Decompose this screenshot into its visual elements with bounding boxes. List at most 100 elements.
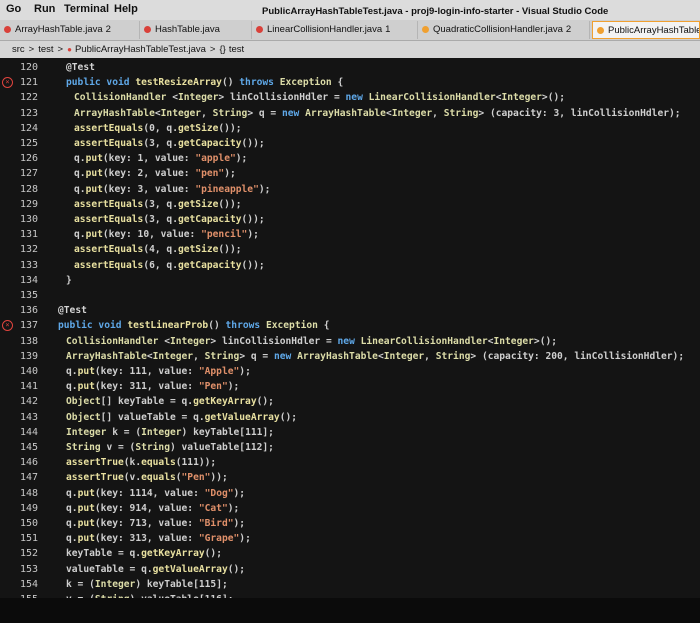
code-line[interactable]: 137 × public void testLinearProb() throws … xyxy=(0,318,700,333)
code-line[interactable]: 145 String v = (String) valueTable[112]; xyxy=(0,440,700,455)
code-line[interactable]: 135 xyxy=(0,288,700,303)
code-token: "pineapple" xyxy=(195,183,259,195)
code-text: public void testResizeArray() throws Exc… xyxy=(66,75,343,90)
code-token: ); xyxy=(239,533,251,545)
code-line[interactable]: 151 q.put(key: 313, value: "Grape"); xyxy=(0,531,700,546)
code-line[interactable]: 120 @Test xyxy=(0,60,700,75)
code-line[interactable]: 134} xyxy=(0,273,700,288)
code-token: put xyxy=(77,381,95,393)
line-number: 131 xyxy=(19,229,38,241)
code-token: Object xyxy=(66,411,101,423)
code-token: assertEquals xyxy=(74,198,144,210)
code-token: ); xyxy=(227,381,240,393)
breadcrumb-src[interactable]: src xyxy=(12,44,25,55)
code-token: ) keyTable[115]; xyxy=(135,578,228,590)
code-line[interactable]: 123 ArrayHashTable<Integer, String> q = n… xyxy=(0,106,700,121)
code-token: ); xyxy=(233,487,246,499)
line-number: 126 xyxy=(19,153,38,165)
code-line[interactable]: 143 Object[] valueTable = q.getValueArray… xyxy=(0,410,700,425)
code-line[interactable]: 121 × public void testResizeArray() throws… xyxy=(0,75,700,90)
code-line[interactable]: 122 CollisionHandler <Integer> linCollisi… xyxy=(0,90,700,105)
code-line[interactable]: 133 assertEquals(6, q.getCapacity()); xyxy=(0,258,700,273)
breadcrumb-symbol[interactable]: test xyxy=(229,44,244,55)
line-number: 144 xyxy=(19,426,38,438)
code-text: assertEquals(4, q.getSize()); xyxy=(74,242,242,257)
code-token: > (capacity: 3, linCollisionHdler); xyxy=(478,107,681,119)
code-line[interactable]: 152 keyTable = q.getKeyArray(); xyxy=(0,546,700,561)
code-token: (); xyxy=(279,411,298,423)
code-token: (4, q. xyxy=(143,244,178,256)
code-text: q.put(key: 3, value: "pineapple"); xyxy=(74,182,270,197)
code-token: ); xyxy=(233,518,246,529)
tab-publicarrayhashtabletest[interactable]: PublicArrayHashTable xyxy=(592,21,700,39)
code-line[interactable]: 146 assertTrue(k.equals(111)); xyxy=(0,455,700,470)
code-token: put xyxy=(77,487,95,499)
tab-quadraticcollisionhandler[interactable]: QuadraticCollisionHandler.java 2 xyxy=(418,21,590,39)
menu-go[interactable]: Go xyxy=(6,3,21,15)
code-text: q.put(key: 1, value: "apple"); xyxy=(74,151,247,166)
code-token: ArrayHashTable xyxy=(297,350,378,362)
code-line[interactable]: 144 Integer k = (Integer) keyTable[111]; xyxy=(0,425,700,440)
code-line[interactable]: 142 Object[] keyTable = q.getKeyArray(); xyxy=(0,394,700,409)
code-token: , xyxy=(432,107,444,119)
code-text: keyTable = q.getKeyArray(); xyxy=(66,546,222,561)
code-token: ); xyxy=(247,229,259,241)
code-line[interactable]: 147 assertTrue(v.equals("Pen")); xyxy=(0,470,700,485)
code-token: "pen" xyxy=(195,168,225,180)
code-editor[interactable]: 120 @Test 121 × public void testResizeArray(… xyxy=(0,58,700,598)
code-token: ()); xyxy=(241,259,265,271)
code-line[interactable]: 139 ArrayHashTable<Integer, String> q = n… xyxy=(0,349,700,364)
code-token: testLinearProb xyxy=(127,320,209,332)
code-token: getKeyArray xyxy=(141,548,205,560)
code-token: Integer xyxy=(501,92,542,104)
code-line[interactable]: 153 valueTable = q.getValueArray(); xyxy=(0,562,700,577)
tab-hashtable[interactable]: HashTable.java xyxy=(140,21,252,39)
code-line[interactable]: 124 assertEquals(0, q.getSize()); xyxy=(0,121,700,136)
code-token: q. xyxy=(66,518,78,529)
line-number: 135 xyxy=(19,290,38,301)
code-token: q. xyxy=(66,381,78,393)
breadcrumb-file[interactable]: PublicArrayHashTableTest.java xyxy=(75,44,206,55)
code-token: assertEquals xyxy=(74,259,144,271)
code-line[interactable]: 131 q.put(key: 10, value: "pencil"); xyxy=(0,227,700,242)
code-token: Integer xyxy=(152,350,194,362)
code-line[interactable]: 132 assertEquals(4, q.getSize()); xyxy=(0,242,700,257)
code-line[interactable]: 125 assertEquals(3, q.getCapacity()); xyxy=(0,136,700,151)
code-token: Integer xyxy=(391,107,433,119)
code-text: public void testLinearProb() throws Exce… xyxy=(58,318,330,333)
code-line[interactable]: 130 assertEquals(3, q.getCapacity()); xyxy=(0,212,700,227)
code-token: assertEquals xyxy=(74,214,144,225)
code-token: (3, q. xyxy=(143,138,178,149)
menu-help[interactable]: Help xyxy=(114,3,138,15)
line-number: 150 xyxy=(19,518,38,529)
code-token: Integer xyxy=(493,335,534,347)
code-line[interactable]: 150 q.put(key: 713, value: "Bird"); xyxy=(0,516,700,531)
code-line[interactable]: 138 CollisionHandler <Integer> linCollisi… xyxy=(0,334,700,349)
code-line[interactable]: 141 q.put(key: 311, value: "Pen"); xyxy=(0,379,700,394)
tab-linearcollisionhandler[interactable]: LinearCollisionHandler.java 1 xyxy=(252,21,418,39)
tab-arrayhashtable[interactable]: ArrayHashTable.java 2 xyxy=(0,21,140,39)
code-line[interactable]: 136 @Test xyxy=(0,303,700,318)
code-line[interactable]: 149 q.put(key: 914, value: "Cat"); xyxy=(0,501,700,516)
code-token: put xyxy=(77,502,95,514)
breadcrumb-test[interactable]: test xyxy=(38,44,53,55)
code-token: q. xyxy=(66,533,78,545)
code-line[interactable]: 140 q.put(key: 111, value: "Apple"); xyxy=(0,364,700,379)
code-text: CollisionHandler <Integer> linCollisionH… xyxy=(66,334,557,349)
code-token: "Apple" xyxy=(198,366,240,377)
code-line[interactable]: 154 k = (Integer) keyTable[115]; xyxy=(0,577,700,592)
code-line[interactable]: 126 q.put(key: 1, value: "apple"); xyxy=(0,151,700,166)
code-line[interactable]: 127 q.put(key: 2, value: "pen"); xyxy=(0,166,700,181)
code-token: )); xyxy=(210,472,228,484)
line-number: 124 xyxy=(19,122,38,134)
code-line[interactable]: 148 q.put(key: 1114, value: "Dog"); xyxy=(0,486,700,501)
menu-terminal[interactable]: Terminal xyxy=(64,3,109,15)
code-text: q.put(key: 713, value: "Bird"); xyxy=(66,516,245,531)
code-text: assertTrue(v.equals("Pen")); xyxy=(66,470,228,485)
code-line[interactable]: 129 assertEquals(3, q.getSize()); xyxy=(0,197,700,212)
code-token: ()); xyxy=(218,122,242,134)
java-file-icon: ● xyxy=(67,45,72,54)
menu-run[interactable]: Run xyxy=(34,3,55,15)
code-line[interactable]: 128 q.put(key: 3, value: "pineapple"); xyxy=(0,182,700,197)
code-token: > (capacity: 200, linCollisionHdler); xyxy=(470,350,685,362)
